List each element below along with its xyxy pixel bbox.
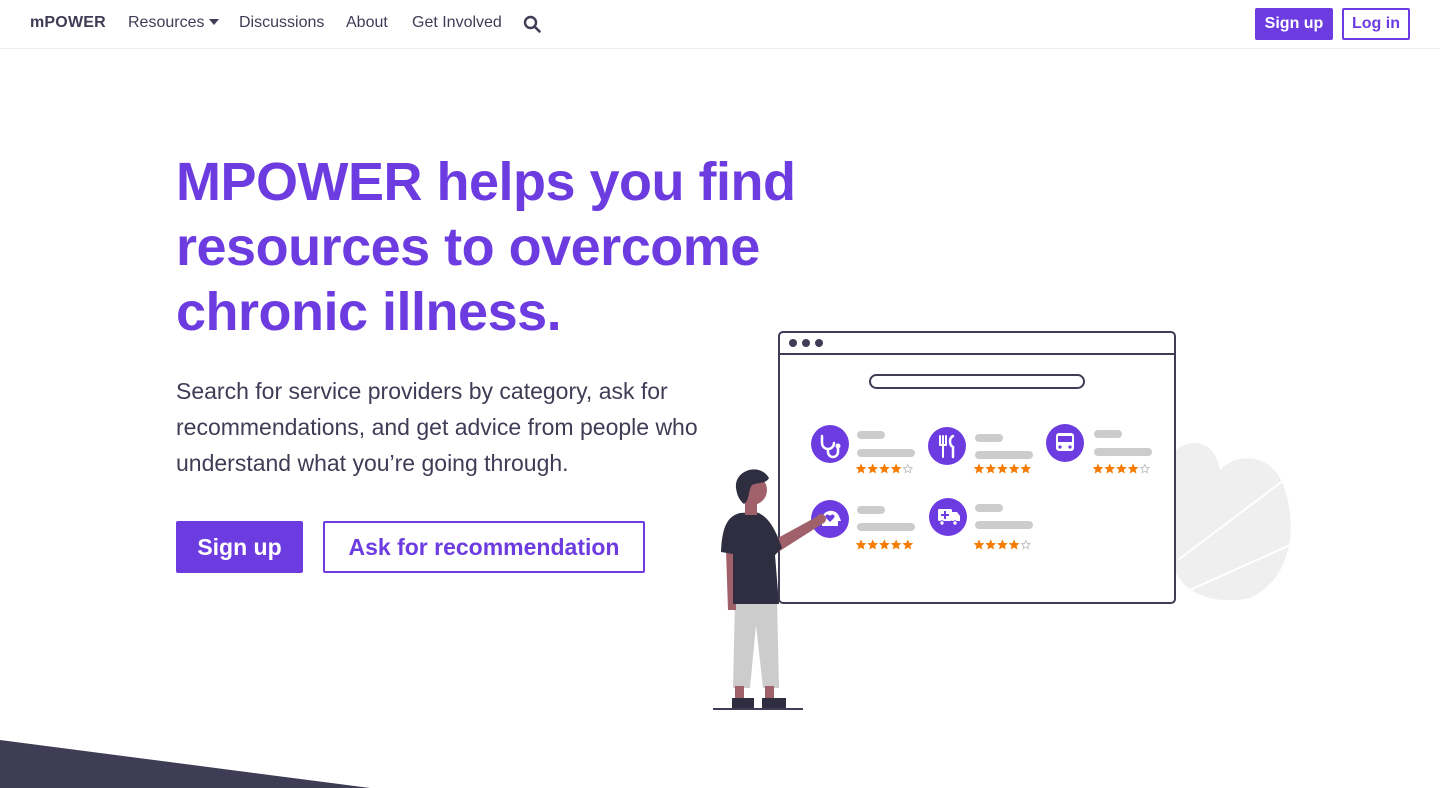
utensils-icon (928, 427, 966, 465)
hero-signup-button[interactable]: Sign up (176, 521, 303, 573)
ask-recommendation-button[interactable]: Ask for recommendation (323, 521, 645, 573)
nav-login-button[interactable]: Log in (1342, 8, 1410, 40)
browser-search-bar (869, 374, 1085, 389)
nav-discussions[interactable]: Discussions (239, 14, 324, 32)
nav-resources-dropdown[interactable]: Resources (128, 14, 220, 32)
hero-illustration (713, 331, 1291, 710)
nav-get-involved[interactable]: Get Involved (412, 14, 502, 32)
caret-down-icon (209, 19, 220, 25)
top-navbar: mPOWER Resources Discussions About Get I… (0, 0, 1440, 49)
footer-band-decoration (0, 740, 370, 788)
hero-title: MPOWER helps you find resources to overc… (176, 152, 796, 342)
nav-resources-label: Resources (128, 14, 205, 31)
brand-logo[interactable]: mPOWER (30, 14, 106, 32)
search-icon[interactable] (523, 15, 541, 33)
hero-subtitle: Search for service providers by category… (176, 378, 698, 476)
leaf-decoration (1170, 443, 1291, 601)
nav-signup-button[interactable]: Sign up (1255, 8, 1333, 40)
nav-about[interactable]: About (346, 14, 388, 32)
